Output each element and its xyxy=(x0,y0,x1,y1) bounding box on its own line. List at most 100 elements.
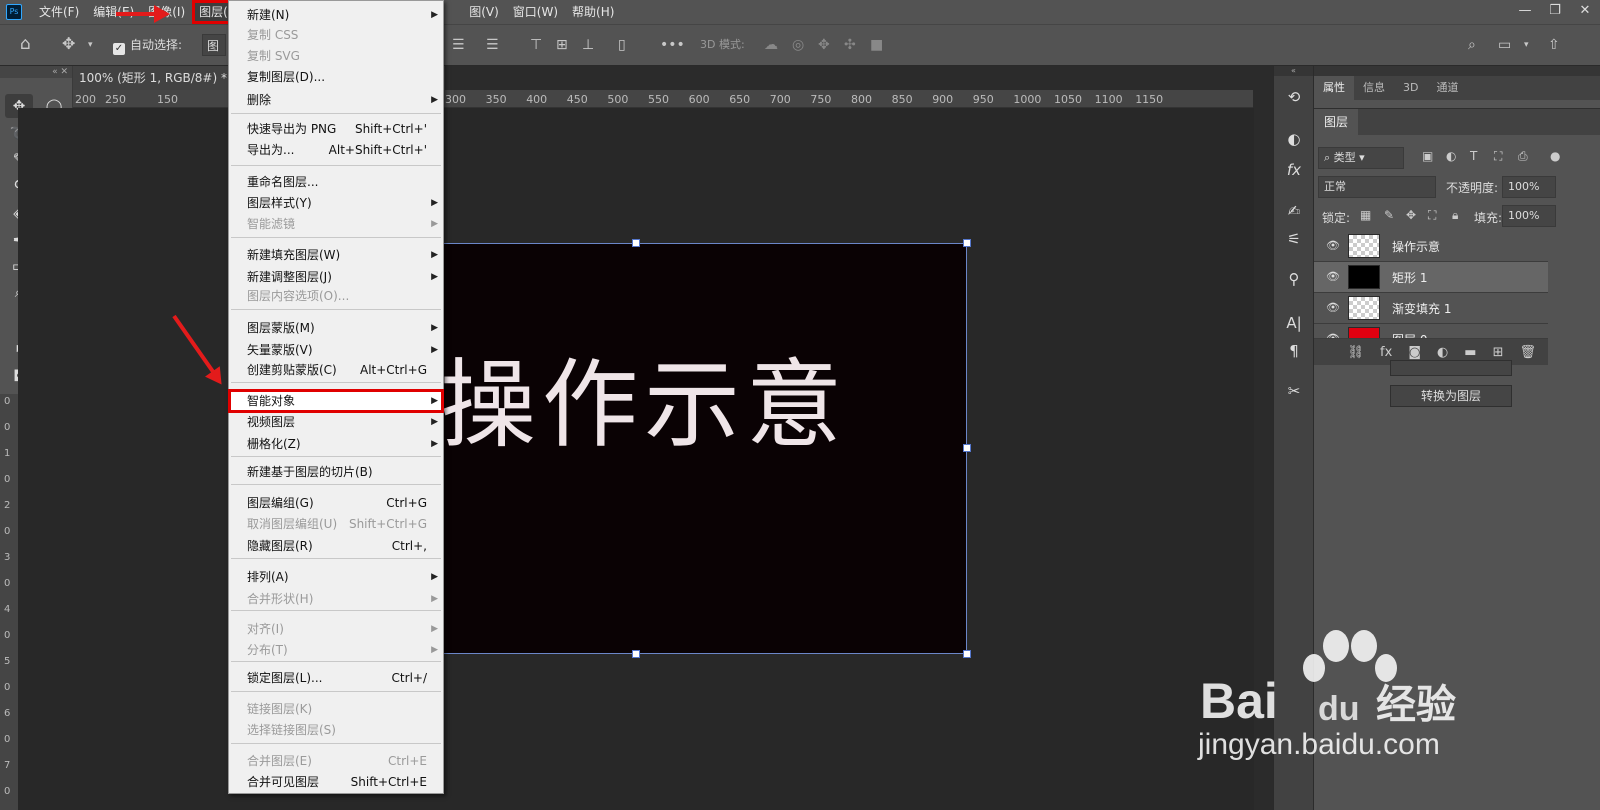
layer-row[interactable]: 👁︎ 图层 0 xyxy=(1314,324,1548,339)
properties-button-partial[interactable] xyxy=(1390,360,1512,376)
convert-to-layer-button[interactable]: 转换为图层 xyxy=(1390,385,1512,407)
align-center-icon[interactable]: ☰ xyxy=(452,37,465,53)
layer-menu-item[interactable]: 隐藏图层(R) Ctrl+, xyxy=(229,535,443,557)
layer-row[interactable]: 👁︎ 渐变填充 1 xyxy=(1314,293,1548,324)
more-options-icon[interactable]: ••• xyxy=(660,37,685,53)
auto-select-target[interactable]: 图层 xyxy=(202,34,226,56)
character-icon[interactable]: A| xyxy=(1282,312,1306,334)
tab-3d[interactable]: 3D xyxy=(1394,76,1427,100)
layer-filter-select[interactable]: ⌕ 类型 ▾ xyxy=(1318,147,1404,169)
lock-all-icon[interactable]: 🔒︎ xyxy=(1452,208,1458,223)
distribute-bottom-icon[interactable]: ⊥ xyxy=(582,37,594,53)
transform-handle[interactable] xyxy=(632,650,640,658)
layer-menu-item[interactable]: 图层编组(G) Ctrl+G xyxy=(229,492,443,514)
visibility-eye-icon[interactable]: 👁︎ xyxy=(1326,332,1340,338)
filter-pixel-icon[interactable]: ▣ xyxy=(1422,149,1433,163)
photoshop-logo-icon[interactable]: Ps xyxy=(6,4,22,20)
layer-menu-item[interactable]: 删除 ▶ xyxy=(229,89,443,111)
new-layer-icon[interactable]: ⊞ xyxy=(1493,345,1504,360)
toolbar-collapse[interactable]: « ✕ xyxy=(0,66,72,78)
transform-handle[interactable] xyxy=(963,444,971,452)
adjustments-icon[interactable]: ⚟ xyxy=(1282,228,1306,250)
distribute-middle-icon[interactable]: ⊞ xyxy=(556,37,568,53)
fill-input[interactable]: 100% xyxy=(1502,205,1556,227)
filter-toggle-icon[interactable]: ● xyxy=(1550,149,1560,163)
tab-info[interactable]: 信息 xyxy=(1354,76,1394,100)
filter-adjustment-icon[interactable]: ◐ xyxy=(1446,149,1456,163)
layer-menu-item[interactable]: 导出为... Alt+Shift+Ctrl+' xyxy=(229,139,443,161)
workspace-icon[interactable]: ▭ xyxy=(1498,37,1511,53)
tab-channels[interactable]: 通道 xyxy=(1427,76,1467,100)
visibility-eye-icon[interactable]: 👁︎ xyxy=(1326,301,1340,314)
layer-menu-item[interactable]: 新建(N) ▶ xyxy=(229,4,443,26)
layer-menu-item[interactable]: 创建剪贴蒙版(C) Alt+Ctrl+G xyxy=(229,359,443,381)
filter-type-icon[interactable]: T xyxy=(1470,149,1477,163)
visibility-eye-icon[interactable]: 👁︎ xyxy=(1326,239,1340,252)
layer-row[interactable]: 👁︎ 矩形 1 xyxy=(1314,262,1548,293)
panel-collapse-bar[interactable] xyxy=(1314,66,1600,76)
layer-menu-item[interactable]: 新建填充图层(W) ▶ xyxy=(229,244,443,266)
chevron-down-icon[interactable]: ▾ xyxy=(1524,40,1529,50)
distribute-top-icon[interactable]: ⊤ xyxy=(530,37,542,53)
lock-artboard-icon[interactable]: ⛶ xyxy=(1428,208,1436,223)
filter-smart-object-icon[interactable]: ⎙ xyxy=(1518,149,1528,164)
layer-style-icon[interactable]: fx xyxy=(1380,345,1392,360)
tab-properties[interactable]: 属性 xyxy=(1314,76,1354,100)
layer-menu-item[interactable]: 重命名图层... xyxy=(229,171,443,193)
clone-source-icon[interactable]: ⚲ xyxy=(1282,268,1306,290)
paragraph-icon[interactable]: ¶ xyxy=(1282,340,1306,362)
layer-menu-item[interactable]: 图层样式(Y) ▶ xyxy=(229,192,443,214)
transform-handle[interactable] xyxy=(963,650,971,658)
layer-menu-item[interactable]: 合并可见图层 Shift+Ctrl+E xyxy=(229,771,443,793)
search-icon[interactable]: ⌕ xyxy=(1468,37,1476,53)
new-group-icon[interactable]: ▬ xyxy=(1464,345,1476,360)
menu-view[interactable]: 图(V) xyxy=(462,0,506,24)
chevron-down-icon[interactable]: ▾ xyxy=(88,40,93,50)
lock-transparent-icon[interactable]: ▦ xyxy=(1360,208,1371,222)
tool-presets-icon[interactable]: ✂ xyxy=(1282,380,1306,402)
layer-menu-item[interactable]: 快速导出为 PNG Shift+Ctrl+' xyxy=(229,118,443,140)
delete-layer-icon[interactable]: 🗑︎ xyxy=(1519,345,1536,360)
move-tool-icon[interactable]: ✥ xyxy=(62,34,75,53)
visibility-eye-icon[interactable]: 👁︎ xyxy=(1326,270,1340,283)
history-icon[interactable]: ⟲ xyxy=(1282,86,1306,108)
layer-menu-item[interactable]: 栅格化(Z) ▶ xyxy=(229,433,443,455)
lock-pixels-icon[interactable]: ✎ xyxy=(1384,208,1394,222)
menu-file[interactable]: 文件(F) xyxy=(32,0,86,24)
layer-menu-item[interactable]: 矢量蒙版(V) ▶ xyxy=(229,339,443,361)
layer-row[interactable]: 👁︎ 操作示意 xyxy=(1314,231,1548,262)
layers-panel-title[interactable]: 图层 xyxy=(1314,109,1359,135)
filter-shape-icon[interactable]: ⛶ xyxy=(1494,149,1502,164)
auto-select-checkbox[interactable]: ✓ 自动选择: xyxy=(113,36,182,55)
transform-handle[interactable] xyxy=(632,239,640,247)
layer-menu-item[interactable]: 视频图层 ▶ xyxy=(229,411,443,433)
styles-icon[interactable]: fx xyxy=(1282,159,1306,181)
share-icon[interactable]: ⇧ xyxy=(1548,37,1560,53)
opacity-input[interactable]: 100% xyxy=(1502,176,1556,198)
layer-menu-item[interactable]: 智能对象 ▶ xyxy=(228,389,444,413)
layer-menu-item[interactable]: 复制图层(D)... xyxy=(229,66,443,88)
layer-menu-item[interactable]: 新建基于图层的切片(B) xyxy=(229,461,443,483)
close-window-icon[interactable]: ✕ xyxy=(1570,0,1600,24)
add-mask-icon[interactable]: ◙ xyxy=(1408,345,1421,360)
brush-settings-icon[interactable]: ✍ xyxy=(1282,200,1306,222)
canvas-text-layer[interactable]: 操作示意 xyxy=(440,350,848,460)
lock-position-icon[interactable]: ✥ xyxy=(1406,208,1416,222)
home-icon[interactable]: ⌂ xyxy=(20,34,31,54)
annotation-arrow xyxy=(116,12,156,16)
layer-menu-item[interactable]: 图层蒙版(M) ▶ xyxy=(229,317,443,339)
menu-window[interactable]: 窗口(W) xyxy=(506,0,565,24)
align-bottom-icon[interactable]: ☰ xyxy=(486,37,499,53)
restore-icon[interactable]: ❐ xyxy=(1540,0,1570,24)
minimize-icon[interactable]: — xyxy=(1510,0,1540,24)
color-icon[interactable]: ◐ xyxy=(1282,128,1306,150)
menu-help[interactable]: 帮助(H) xyxy=(565,0,621,24)
new-adjustment-icon[interactable]: ◐ xyxy=(1437,345,1448,360)
dock-collapse[interactable]: « xyxy=(1274,66,1313,76)
distribute-h-icon[interactable]: ▯ xyxy=(618,37,626,53)
layer-menu-item[interactable]: 排列(A) ▶ xyxy=(229,566,443,588)
layer-menu-item[interactable]: 锁定图层(L)... Ctrl+/ xyxy=(229,667,443,689)
link-layers-icon[interactable]: ⛓ xyxy=(1348,345,1365,360)
blend-mode-select[interactable]: 正常 xyxy=(1318,176,1436,198)
transform-handle[interactable] xyxy=(963,239,971,247)
